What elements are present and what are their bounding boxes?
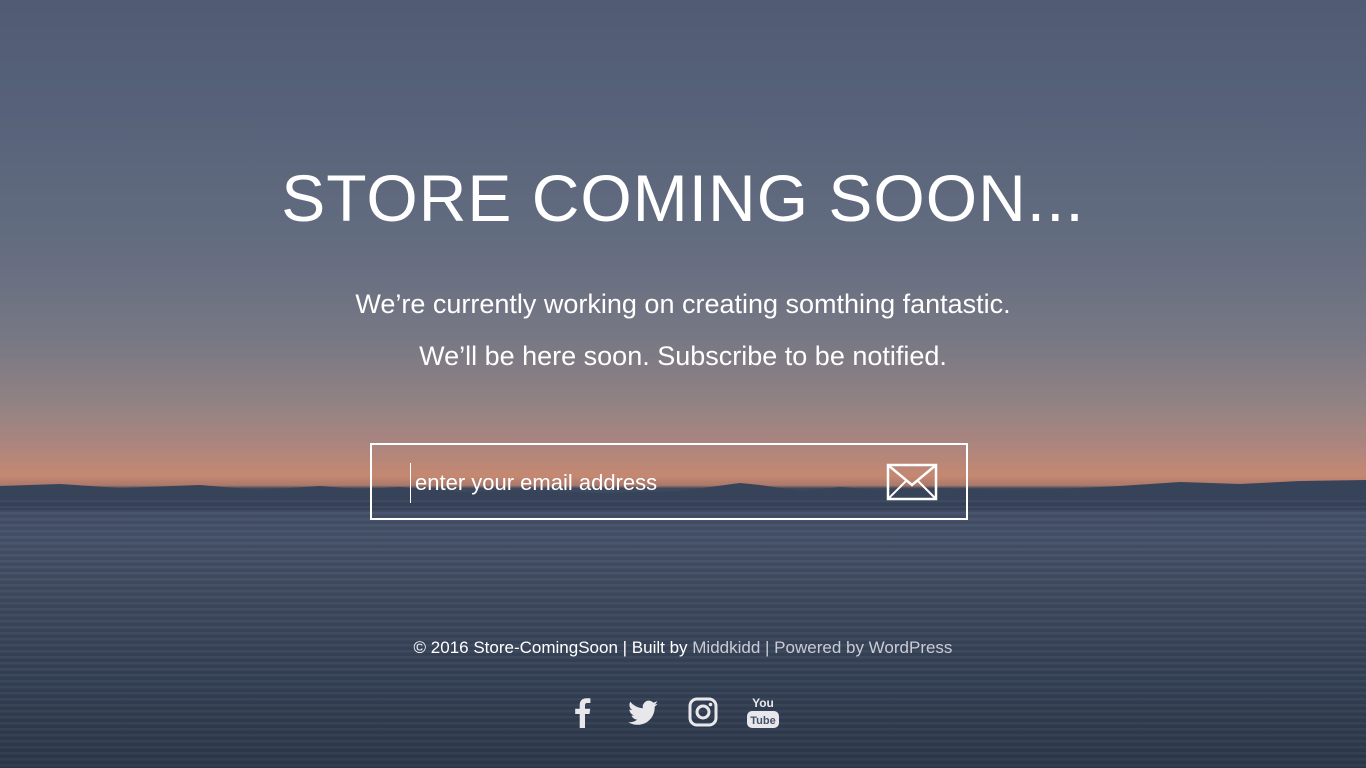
- footer-separator: |: [760, 638, 775, 657]
- facebook-icon: [575, 698, 591, 728]
- subtitle-line-2: We’ll be here soon. Subscribe to be noti…: [419, 341, 947, 371]
- subscribe-submit-button[interactable]: [884, 463, 940, 503]
- instagram-link[interactable]: [685, 694, 721, 730]
- subscribe-form: [370, 443, 968, 520]
- social-links: You Tube: [0, 694, 1356, 730]
- twitter-icon: [628, 700, 658, 725]
- builder-link[interactable]: Middkidd: [692, 638, 760, 657]
- page-title: STORE COMING SOON...: [281, 161, 1085, 235]
- svg-text:You: You: [752, 696, 774, 710]
- youtube-link[interactable]: You Tube: [745, 694, 781, 730]
- footer: © 2016 Store-ComingSoon | Built by Middk…: [0, 636, 1366, 660]
- youtube-icon: You Tube: [747, 696, 779, 728]
- subtitle-line-1: We’re currently working on creating somt…: [355, 289, 1011, 319]
- copyright-text: © 2016 Store-ComingSoon | Built by: [413, 638, 693, 657]
- email-input[interactable]: [410, 463, 875, 503]
- svg-text:Tube: Tube: [750, 715, 775, 727]
- facebook-link[interactable]: [565, 694, 601, 730]
- instagram-icon: [688, 697, 718, 727]
- envelope-icon: [886, 463, 938, 501]
- twitter-link[interactable]: [625, 694, 661, 730]
- powered-by-link[interactable]: Powered by WordPress: [774, 638, 952, 657]
